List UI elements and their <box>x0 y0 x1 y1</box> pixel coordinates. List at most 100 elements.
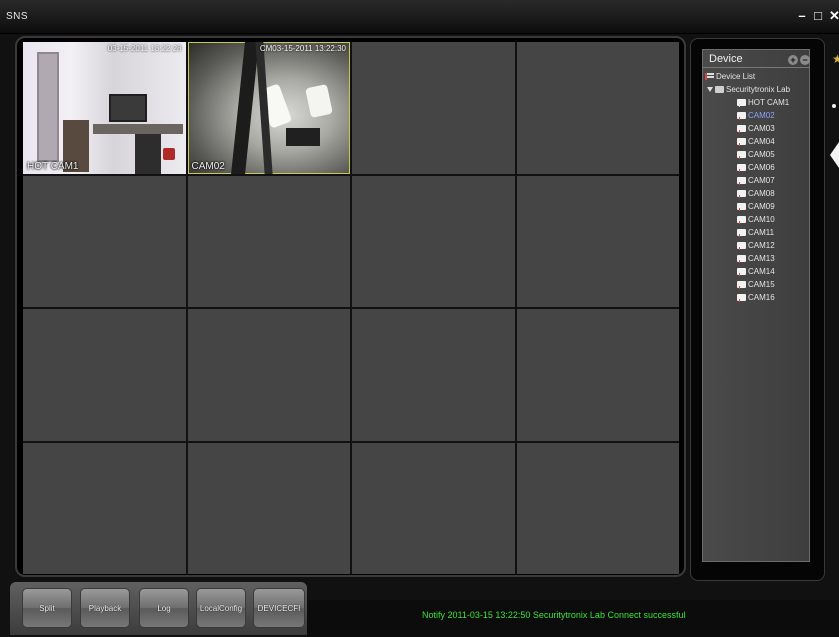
camera-cell-10[interactable] <box>187 309 350 441</box>
tree-camera-label: CAM03 <box>748 124 775 133</box>
tree-camera-label: CAM12 <box>748 241 775 250</box>
close-button[interactable]: ✕ <box>829 6 839 26</box>
camera-icon <box>737 268 746 276</box>
dot-icon <box>832 104 836 108</box>
device-list-icon <box>705 73 714 80</box>
minus-icon[interactable]: − <box>800 55 810 65</box>
camera-cell-6[interactable] <box>187 175 350 307</box>
plus-icon[interactable]: + <box>788 55 798 65</box>
feed-pole <box>230 42 259 174</box>
camera-icon <box>737 177 746 185</box>
tree-camera-label: CAM15 <box>748 280 775 289</box>
feed-object <box>163 148 175 160</box>
minimize-button[interactable]: – <box>795 6 809 26</box>
camera-cell-13[interactable] <box>23 442 186 574</box>
feed-door <box>37 52 59 162</box>
app-title: SNS <box>6 11 29 22</box>
camera-cell-9[interactable] <box>23 309 186 441</box>
tree-camera-item[interactable]: CAM11 <box>705 226 809 239</box>
device-tree: Device List Securitytronix Lab HOT CAM1 C… <box>705 70 809 304</box>
tree-camera-item[interactable]: CAM06 <box>705 161 809 174</box>
camera-cell-14[interactable] <box>187 442 350 574</box>
tree-camera-label: CAM02 <box>748 111 775 120</box>
tree-camera-label: CAM16 <box>748 293 775 302</box>
chevron-down-icon[interactable] <box>707 87 713 92</box>
tree-camera-item[interactable]: CAM03 <box>705 122 809 135</box>
tree-camera-label: CAM09 <box>748 202 775 211</box>
tree-camera-item[interactable]: CAM12 <box>705 239 809 252</box>
tree-camera-item[interactable]: CAM13 <box>705 252 809 265</box>
tree-camera-label: CAM13 <box>748 254 775 263</box>
log-button[interactable]: Log <box>139 588 189 628</box>
tree-camera-label: CAM11 <box>748 228 775 237</box>
tree-camera-label: CAM06 <box>748 163 775 172</box>
collapse-arrow-icon[interactable] <box>830 142 839 168</box>
camera-timestamp: CM03-15-2011 13:22:30 <box>259 44 346 53</box>
camera-cell-4[interactable] <box>516 42 679 174</box>
device-panel-frame: Device + − Device List Securitytronix La… <box>690 38 825 581</box>
tree-camera-item[interactable]: CAM10 <box>705 213 809 226</box>
camera-cell-3[interactable] <box>352 42 515 174</box>
camera-icon <box>737 242 746 250</box>
tree-camera-item[interactable]: HOT CAM1 <box>705 96 809 109</box>
split-button[interactable]: Split <box>22 588 72 628</box>
camera-cell-5[interactable] <box>23 175 186 307</box>
tree-camera-label: CAM05 <box>748 150 775 159</box>
tree-site[interactable]: Securitytronix Lab <box>705 83 809 96</box>
maximize-button[interactable]: □ <box>811 6 825 26</box>
device-panel: Device + − Device List Securitytronix La… <box>702 49 810 562</box>
feed-object <box>285 128 320 146</box>
camera-icon <box>737 203 746 211</box>
tree-camera-label: CAM07 <box>748 176 775 185</box>
tree-camera-item[interactable]: CAM04 <box>705 135 809 148</box>
camera-icon <box>737 164 746 172</box>
camera-icon <box>737 112 746 120</box>
feed-light <box>304 84 333 118</box>
tree-root[interactable]: Device List <box>705 70 809 83</box>
tree-camera-item[interactable]: CAM07 <box>705 174 809 187</box>
camera-timestamp: 03-15-2011 13:22:28 <box>107 44 182 53</box>
tree-camera-item[interactable]: CAM02 <box>705 109 809 122</box>
camera-icon <box>737 281 746 289</box>
title-bar: SNS – □ ✕ <box>0 0 839 34</box>
camera-icon <box>737 294 746 302</box>
camera-icon <box>737 190 746 198</box>
tree-camera-item[interactable]: CAM15 <box>705 278 809 291</box>
feed-desk <box>93 124 183 134</box>
tree-camera-item[interactable]: CAM05 <box>705 148 809 161</box>
feed-object <box>135 134 161 174</box>
camera-icon <box>737 138 746 146</box>
tree-camera-label: CAM14 <box>748 267 775 276</box>
tree-camera-item[interactable]: CAM09 <box>705 200 809 213</box>
camera-icon <box>737 255 746 263</box>
camera-cell-8[interactable] <box>516 175 679 307</box>
camera-cell-16[interactable] <box>516 442 679 574</box>
camera-grid-frame: 03-15-2011 13:22:28 HOT CAM1 CM03-15-201… <box>15 36 686 577</box>
playback-button[interactable]: Playback <box>80 588 130 628</box>
devicecfg-button[interactable]: DEVICECFI <box>253 588 305 628</box>
camera-icon <box>737 229 746 237</box>
tree-camera-label: CAM10 <box>748 215 775 224</box>
camera-grid: 03-15-2011 13:22:28 HOT CAM1 CM03-15-201… <box>23 42 679 574</box>
camera-cell-15[interactable] <box>352 442 515 574</box>
tree-camera-label: CAM04 <box>748 137 775 146</box>
camera-icon <box>737 125 746 133</box>
camera-cell-1[interactable]: 03-15-2011 13:22:28 HOT CAM1 <box>23 42 186 174</box>
tree-camera-label: HOT CAM1 <box>748 98 790 107</box>
camera-label: HOT CAM1 <box>27 160 79 172</box>
camera-cell-7[interactable] <box>352 175 515 307</box>
camera-cell-12[interactable] <box>516 309 679 441</box>
tree-camera-item[interactable]: CAM08 <box>705 187 809 200</box>
localconfig-button[interactable]: LocalConfig <box>196 588 246 628</box>
tree-camera-item[interactable]: CAM16 <box>705 291 809 304</box>
camera-list: HOT CAM1 CAM02 CAM03 CAM04 CAM05 CAM06 CAM07 CA… <box>705 96 809 304</box>
feed-monitor <box>109 94 147 122</box>
camera-cell-2[interactable]: CM03-15-2011 13:22:30 CAM02 <box>187 42 350 174</box>
tree-camera-item[interactable]: CAM14 <box>705 265 809 278</box>
camera-icon <box>737 216 746 224</box>
tree-site-label: Securitytronix Lab <box>726 85 791 94</box>
star-icon: ★ <box>832 54 839 64</box>
camera-cell-11[interactable] <box>352 309 515 441</box>
camera-icon <box>737 99 746 107</box>
tree-root-label: Device List <box>716 72 756 81</box>
